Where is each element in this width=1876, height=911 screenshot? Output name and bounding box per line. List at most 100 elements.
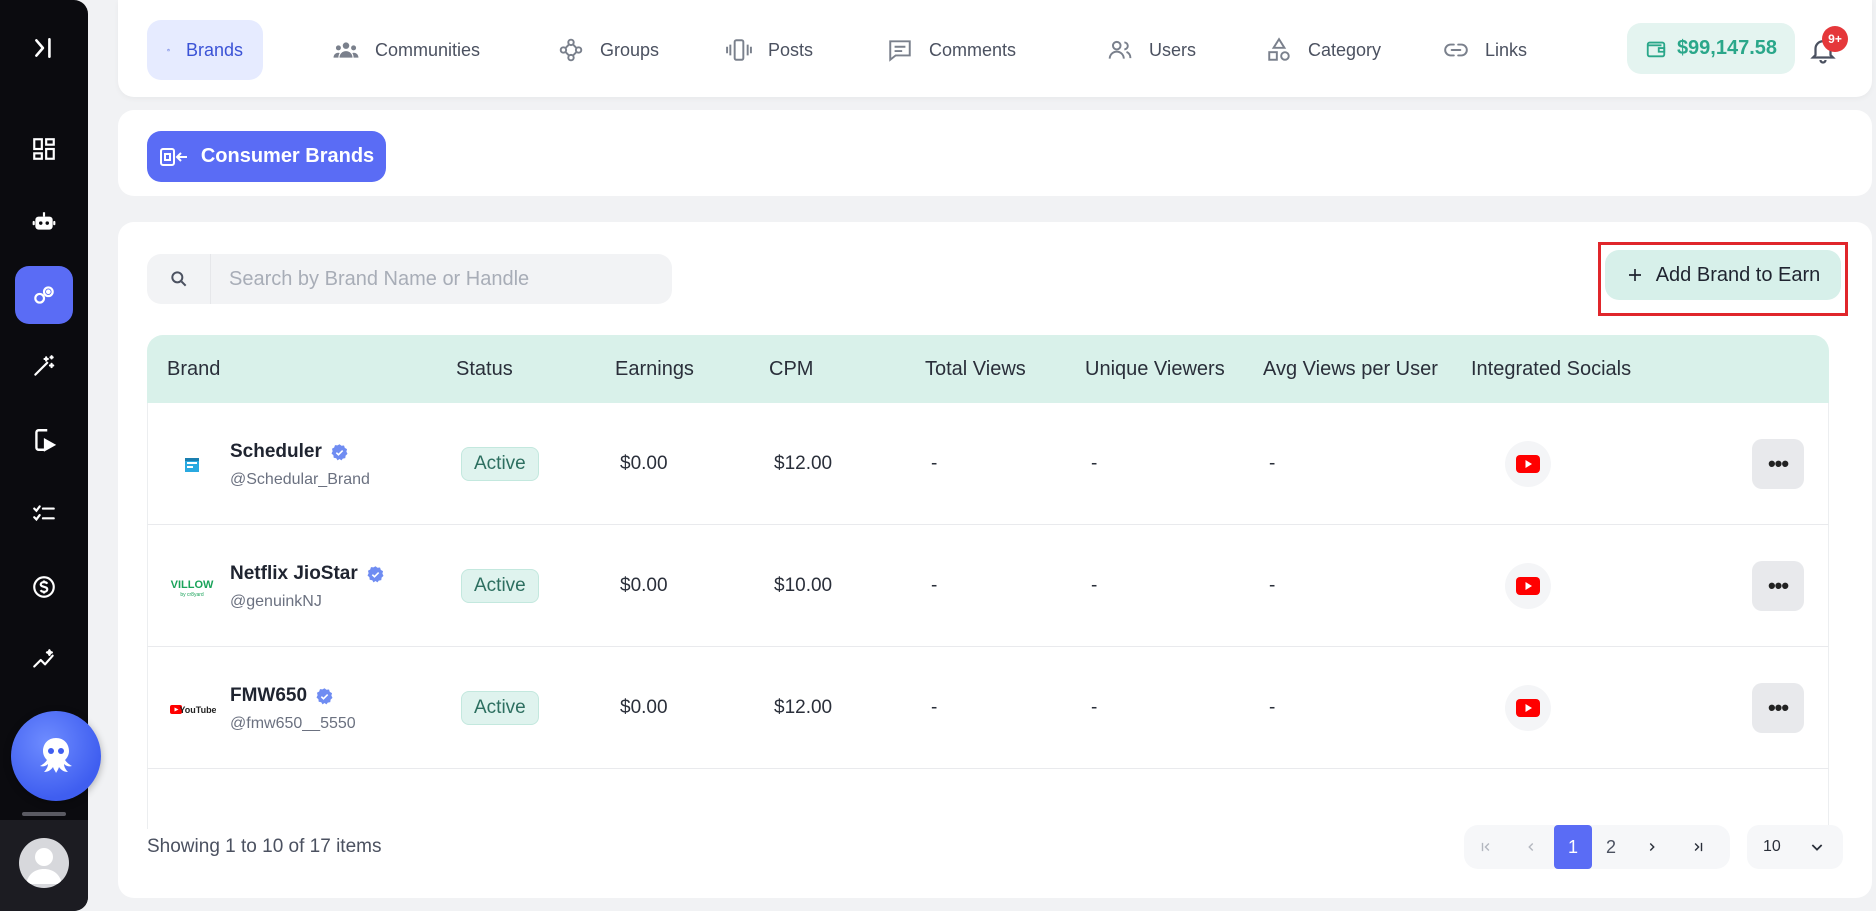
next-page-icon[interactable] [1630, 825, 1674, 869]
status-badge: Active [461, 691, 539, 725]
tab-label: Comments [929, 39, 1017, 60]
youtube-icon[interactable] [1505, 441, 1551, 487]
link-icon [1444, 43, 1468, 57]
checklist-icon[interactable] [20, 490, 68, 538]
earnings-value: $0.00 [620, 575, 668, 596]
page-size-value: 10 [1763, 838, 1781, 855]
wallet-icon [1646, 41, 1666, 57]
tab-label: Users [1149, 39, 1197, 60]
column-header[interactable]: Brand [167, 358, 220, 381]
tab-comments[interactable]: Comments [867, 20, 1036, 80]
pagination-summary: Showing 1 to 10 of 17 items [147, 836, 382, 857]
magic-wand-icon[interactable] [20, 342, 68, 390]
column-header[interactable]: Integrated Socials [1471, 358, 1631, 381]
tab-label: Groups [600, 39, 660, 60]
brand-name[interactable]: Netflix JioStar [230, 563, 385, 585]
briefcase-icon [167, 48, 170, 52]
more-options-button[interactable]: ••• [1752, 561, 1804, 611]
column-header[interactable]: Avg Views per User [1263, 358, 1438, 381]
notification-badge: 9+ [1822, 26, 1848, 52]
analytics-icon[interactable] [20, 636, 68, 684]
column-header[interactable]: Earnings [615, 358, 694, 381]
page-2-button[interactable]: 2 [1592, 825, 1630, 869]
users-icon [1108, 40, 1132, 59]
total-views-value: - [931, 453, 938, 474]
brand-logo: VILLOW by cr8yard [168, 563, 216, 611]
people-group-icon [333, 42, 359, 58]
brand-handle: @fmw650__5550 [230, 715, 356, 732]
total-views-value: - [931, 575, 938, 596]
youtube-icon[interactable] [1505, 563, 1551, 609]
unique-viewers-value: - [1091, 697, 1098, 718]
tab-posts[interactable]: Posts [706, 20, 833, 80]
last-page-icon[interactable] [1674, 825, 1722, 869]
top-navigation: Brands Communities Groups Posts Comments… [118, 0, 1872, 97]
cpm-value: $10.00 [774, 575, 833, 596]
chevron-down-icon [1811, 844, 1823, 851]
logo-subtext: by cr8yard [180, 592, 204, 598]
tab-label: Links [1485, 39, 1528, 60]
pagination: 1 2 [1464, 825, 1730, 869]
dashboard-icon[interactable] [20, 125, 68, 173]
tab-category[interactable]: Category [1246, 20, 1401, 80]
plus-icon [1628, 269, 1641, 281]
shapes-icon [1268, 37, 1290, 61]
search-bar [147, 254, 672, 304]
tab-communities[interactable]: Communities [313, 20, 500, 80]
avg-views-value: - [1269, 697, 1276, 718]
dollar-icon[interactable] [20, 563, 68, 611]
previous-page-icon[interactable] [1508, 825, 1554, 869]
add-brand-button[interactable]: Add Brand to Earn [1605, 250, 1841, 300]
tab-label: Brands [185, 39, 243, 60]
more-options-button[interactable]: ••• [1752, 439, 1804, 489]
consumer-brands-label: Consumer Brands [200, 145, 375, 167]
more-options-button[interactable]: ••• [1752, 683, 1804, 733]
first-page-icon[interactable] [1464, 825, 1508, 869]
column-header[interactable]: CPM [769, 358, 813, 381]
column-header[interactable]: Unique Viewers [1085, 358, 1225, 381]
logo-text: YouTube [179, 705, 216, 715]
page-1-button[interactable]: 1 [1554, 825, 1592, 869]
brand-handle: @Schedular_Brand [230, 471, 370, 488]
search-input[interactable] [211, 267, 661, 291]
brand-name[interactable]: Scheduler [230, 441, 349, 463]
expand-sidebar-icon[interactable] [20, 24, 68, 72]
tab-users[interactable]: Users [1087, 20, 1216, 80]
brands-nav-icon[interactable] [15, 266, 73, 324]
verified-badge-icon [331, 443, 348, 460]
earnings-value: $0.00 [620, 453, 668, 474]
wallet-amount: $99,147.58 [1676, 37, 1778, 59]
unique-viewers-value: - [1091, 453, 1098, 474]
add-brand-label: Add Brand to Earn [1655, 263, 1821, 286]
tab-groups[interactable]: Groups [538, 20, 679, 80]
tab-links[interactable]: Links [1423, 20, 1547, 80]
wallet-balance[interactable]: $99,147.58 [1627, 23, 1795, 74]
logo-text: VILLOW [171, 579, 214, 591]
page-size-select[interactable]: 10 [1747, 825, 1843, 869]
table-row[interactable]: YouTube FMW650 @fmw650__5550 Active $0.0… [147, 647, 1829, 769]
avatar[interactable] [19, 838, 69, 888]
brand-logo [168, 441, 216, 489]
unique-viewers-value: - [1091, 575, 1098, 596]
status-badge: Active [461, 447, 539, 481]
brand-logo: YouTube [168, 685, 216, 733]
consumer-brand-icon [159, 147, 187, 166]
brand-name-text: Netflix JioStar [230, 563, 358, 584]
mascot-octopus-icon[interactable] [11, 711, 101, 801]
youtube-icon[interactable] [1505, 685, 1551, 731]
column-header[interactable]: Status [456, 358, 513, 381]
table-row[interactable]: Scheduler @Schedular_Brand Active $0.00 … [147, 403, 1829, 525]
vibrate-phone-icon [726, 39, 752, 61]
tab-label: Communities [375, 39, 481, 60]
consumer-brands-button[interactable]: Consumer Brands [147, 131, 386, 182]
bot-icon[interactable] [20, 198, 68, 246]
mobile-play-icon[interactable] [20, 416, 68, 464]
search-icon [147, 254, 211, 304]
sidebar [0, 0, 101, 911]
brand-name[interactable]: FMW650 [230, 685, 334, 707]
tab-brands[interactable]: Brands [147, 20, 263, 80]
brands-card: Add Brand to Earn Brand Status Earnings … [118, 222, 1872, 898]
table-row[interactable] [147, 769, 1829, 829]
table-row[interactable]: VILLOW by cr8yard Netflix JioStar @genui… [147, 525, 1829, 647]
column-header[interactable]: Total Views [925, 358, 1026, 381]
